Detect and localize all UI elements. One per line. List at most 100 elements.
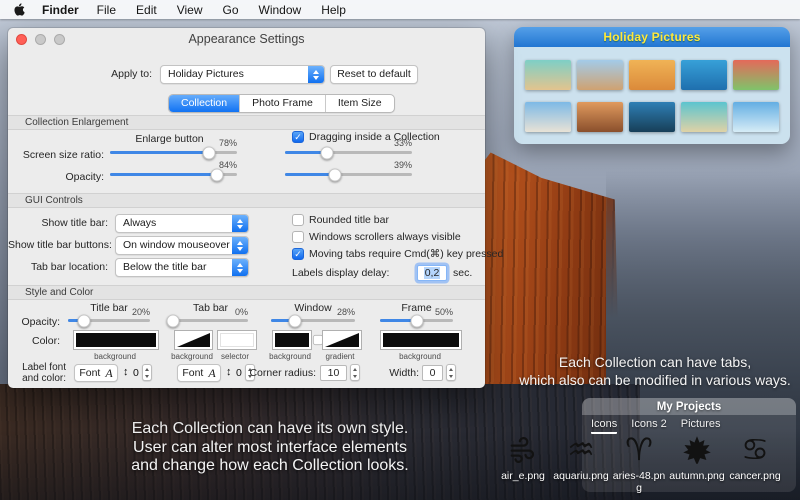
- tab-bar-location-value: Below the title bar: [116, 259, 230, 276]
- titlebar-background-well[interactable]: [73, 330, 159, 350]
- popup-arrows-icon: [232, 259, 248, 276]
- popup-arrows-icon: [308, 66, 324, 83]
- menu-window[interactable]: Window: [259, 3, 302, 17]
- font-size-value-2: 0: [236, 367, 242, 379]
- tabbar-opacity-slider[interactable]: [173, 313, 248, 327]
- titlebar-opacity-slider[interactable]: [68, 313, 150, 327]
- tab-photo-frame[interactable]: Photo Frame: [239, 95, 325, 112]
- drag-ratio-slider[interactable]: [285, 145, 412, 159]
- photo-thumbnail[interactable]: [577, 60, 623, 90]
- wind-icon: [508, 433, 538, 467]
- font-button-1[interactable]: Font A: [74, 364, 118, 382]
- show-title-bar-buttons-label: Show title bar buttons:: [8, 239, 108, 251]
- aries-icon: ♈: [625, 433, 653, 467]
- projects-tab-pictures[interactable]: Pictures: [681, 418, 721, 434]
- caption-style-line1: Each Collection can have its own style.: [88, 420, 452, 439]
- photo-thumbnail[interactable]: [681, 102, 727, 132]
- file-name: autumn.png: [669, 470, 724, 482]
- moving-tabs-row[interactable]: Moving tabs require Cmd(⌘) key pressed: [292, 248, 503, 260]
- corner-radius-field[interactable]: 10: [320, 365, 347, 381]
- show-title-bar-buttons-popup[interactable]: On window mouseover: [115, 236, 249, 255]
- menu-edit[interactable]: Edit: [136, 3, 157, 17]
- photo-thumbnail[interactable]: [525, 102, 571, 132]
- labels-display-delay-field[interactable]: 0,2: [417, 265, 447, 281]
- enlarge-ratio-slider[interactable]: [110, 145, 237, 159]
- holiday-title-bar[interactable]: Holiday Pictures: [514, 27, 790, 47]
- show-title-bar-popup[interactable]: Always: [115, 214, 249, 233]
- width-field[interactable]: 0: [422, 365, 443, 381]
- font-size-value-1: 0: [133, 367, 139, 379]
- menu-go[interactable]: Go: [223, 3, 239, 17]
- scrollers-visible-checkbox[interactable]: [292, 231, 304, 243]
- frame-background-well[interactable]: [380, 330, 462, 350]
- dragging-checkbox-row[interactable]: Dragging inside a Collection: [292, 131, 440, 143]
- caption-style-line3: and change how each Collection looks.: [88, 457, 452, 476]
- scrollers-visible-row[interactable]: Windows scrollers always visible: [292, 231, 461, 243]
- tab-item-size[interactable]: Item Size: [325, 95, 394, 112]
- file-item[interactable]: ♈ aries-48.png: [610, 433, 668, 494]
- projects-tab-icons[interactable]: Icons: [591, 418, 617, 434]
- tab-collection[interactable]: Collection: [169, 95, 239, 112]
- section-collection-enlargement: Collection Enlargement: [8, 115, 485, 130]
- width-stepper[interactable]: [446, 364, 456, 381]
- frame-opacity-slider[interactable]: [380, 313, 453, 327]
- photo-thumbnail[interactable]: [733, 60, 779, 90]
- font-size-stepper-1[interactable]: [142, 364, 152, 381]
- file-name: air_e.png: [501, 470, 545, 482]
- resize-vertical-icon: ↕: [226, 366, 232, 378]
- holiday-window-title: Holiday Pictures: [603, 30, 700, 44]
- corner-radius-label: Corner radius:: [248, 367, 316, 379]
- resize-vertical-icon: ↕: [123, 366, 129, 378]
- menu-app-finder[interactable]: Finder: [42, 3, 79, 17]
- menu-help[interactable]: Help: [321, 3, 346, 17]
- section-gui-controls: GUI Controls: [8, 193, 485, 208]
- file-name: aries-48.png: [611, 470, 667, 494]
- tabbar-background-well[interactable]: [174, 330, 213, 350]
- font-a-glyph: A: [105, 366, 112, 381]
- window-gradient-well[interactable]: [322, 330, 362, 350]
- font-button-text: Font: [182, 367, 203, 379]
- section-style-and-color: Style and Color: [8, 285, 485, 300]
- photo-thumbnail[interactable]: [629, 102, 675, 132]
- photo-thumbnail[interactable]: [733, 102, 779, 132]
- file-item[interactable]: ♒aquariu.png: [552, 433, 610, 494]
- tab-bar-location-label: Tab bar location:: [8, 261, 108, 273]
- photo-thumbnail[interactable]: [577, 102, 623, 132]
- caption-tabs-line1: Each Collection can have tabs,: [512, 353, 798, 371]
- projects-window-title: My Projects: [657, 401, 722, 413]
- reset-to-default-button[interactable]: Reset to default: [330, 65, 418, 84]
- apply-to-popup[interactable]: Holiday Pictures: [160, 65, 325, 84]
- moving-tabs-checkbox[interactable]: [292, 248, 304, 260]
- project-files-row: air_e.png ♒aquariu.png ♈ aries-48.pngautumn…: [494, 433, 786, 494]
- labels-display-delay-label: Labels display delay:: [292, 267, 389, 279]
- window-background-well[interactable]: [272, 330, 312, 350]
- file-item[interactable]: ♋cancer.png: [726, 433, 784, 494]
- rounded-title-bar-row[interactable]: Rounded title bar: [292, 214, 389, 226]
- font-button-2[interactable]: Font A: [177, 364, 221, 382]
- maple-leaf-icon: [682, 433, 712, 467]
- dragging-checkbox[interactable]: [292, 131, 304, 143]
- show-title-bar-value: Always: [116, 215, 230, 232]
- photo-thumbnail[interactable]: [629, 60, 675, 90]
- file-item[interactable]: autumn.png: [668, 433, 726, 494]
- file-item[interactable]: air_e.png: [494, 433, 552, 494]
- window-opacity-slider[interactable]: [271, 313, 355, 327]
- photo-thumbnail[interactable]: [681, 60, 727, 90]
- tab-bar-location-popup[interactable]: Below the title bar: [115, 258, 249, 277]
- rounded-title-bar-checkbox[interactable]: [292, 214, 304, 226]
- dialog-title-bar[interactable]: Appearance Settings: [8, 28, 485, 50]
- popup-arrows-icon: [232, 237, 248, 254]
- screen-size-ratio-label: Screen size ratio:: [8, 149, 104, 161]
- drag-opacity-slider[interactable]: [285, 167, 412, 181]
- projects-title-bar[interactable]: My Projects: [582, 398, 796, 415]
- photo-thumbnail[interactable]: [525, 60, 571, 90]
- apple-menu-icon[interactable]: [13, 3, 26, 16]
- holiday-photo-grid: [514, 47, 790, 144]
- menu-view[interactable]: View: [177, 3, 203, 17]
- enlarge-opacity-slider[interactable]: [110, 167, 237, 181]
- file-name: aquariu.png: [553, 470, 608, 482]
- corner-radius-stepper[interactable]: [350, 364, 360, 381]
- selector-well-label: selector: [209, 352, 261, 361]
- menu-file[interactable]: File: [97, 3, 116, 17]
- tabbar-selector-well[interactable]: [217, 330, 257, 350]
